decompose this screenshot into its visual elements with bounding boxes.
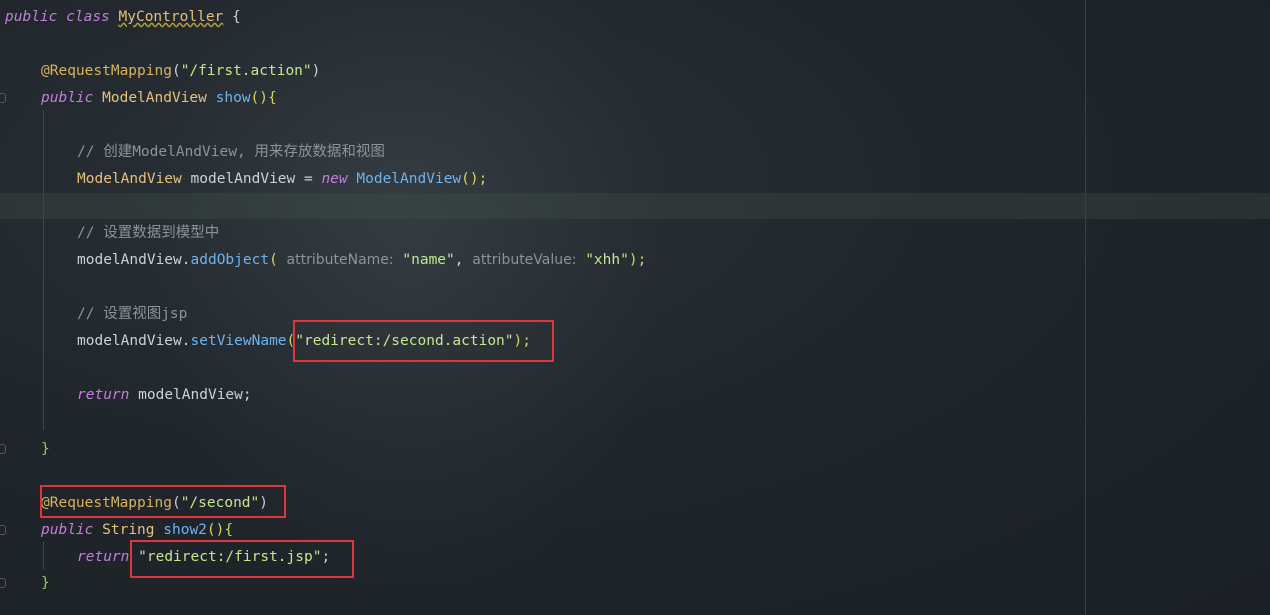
keyword: new [321, 171, 348, 187]
type-name: ModelAndView [102, 90, 207, 106]
parens: () [250, 90, 269, 106]
punctuation: ); [628, 252, 647, 268]
comment: // 设置数据到模型中 [77, 225, 220, 241]
method-name: show [215, 90, 251, 106]
highlight-box-setviewname [293, 320, 554, 362]
keyword: public [41, 522, 94, 538]
variable: modelAndView; [138, 387, 252, 403]
paren: ( [171, 63, 181, 79]
class-name: MyController [118, 9, 224, 25]
type-name: String [102, 522, 155, 538]
object-ref: modelAndView. [77, 252, 191, 268]
code-line-close-brace[interactable]: } [41, 573, 50, 593]
code-line-method-show2[interactable]: public String show2(){ [41, 520, 233, 540]
paren: ) [311, 63, 321, 79]
punctuation: (); [461, 171, 488, 187]
string-literal: "name" [402, 252, 455, 268]
string-literal: "/first.action" [180, 63, 312, 79]
right-margin-guide [1085, 0, 1086, 615]
method-name: setViewName [190, 333, 287, 349]
code-line-comment[interactable]: // 创建ModelAndView, 用来存放数据和视图 [77, 142, 385, 162]
fold-marker-icon[interactable] [0, 444, 6, 454]
code-line-close-brace[interactable]: } [41, 439, 50, 459]
code-line-annotation[interactable]: @RequestMapping("/first.action") [41, 61, 320, 81]
keyword: class [66, 9, 110, 25]
code-editor[interactable]: public class MyController { @RequestMapp… [0, 0, 1270, 615]
object-ref: modelAndView. [77, 333, 191, 349]
parameter-hint: attributeName: [286, 252, 394, 268]
keyword: return [77, 549, 130, 565]
brace: } [41, 575, 50, 591]
type-name: ModelAndView [77, 171, 182, 187]
current-line-highlight [0, 193, 1270, 219]
parens: () [206, 522, 225, 538]
variable: modelAndView = [190, 171, 313, 187]
fold-marker-icon[interactable] [0, 525, 6, 535]
indent-guide [43, 110, 44, 430]
fold-marker-icon[interactable] [0, 578, 6, 588]
method-name: show2 [163, 522, 207, 538]
constructor-name: ModelAndView [356, 171, 462, 187]
paren: ( [269, 252, 278, 268]
brace: } [41, 441, 50, 457]
code-line-new-modelandview[interactable]: ModelAndView modelAndView = new ModelAnd… [77, 169, 487, 189]
method-name: addObject [190, 252, 270, 268]
brace: { [224, 522, 234, 538]
comment: // 创建ModelAndView, 用来存放数据和视图 [77, 144, 385, 160]
code-line-class-declaration[interactable]: public class MyController { [5, 7, 241, 27]
highlight-box-second-mapping [40, 485, 286, 518]
indent-guide [43, 542, 44, 570]
fold-marker-icon[interactable] [0, 93, 6, 103]
comma: , [454, 252, 464, 268]
highlight-box-redirect-first [130, 540, 354, 578]
code-line-comment[interactable]: // 设置视图jsp [77, 304, 187, 324]
comment: // 设置视图jsp [77, 306, 188, 322]
code-line-method-show[interactable]: public ModelAndView show(){ [41, 88, 277, 108]
keyword: public [5, 9, 58, 25]
keyword: public [41, 90, 94, 106]
code-line-return[interactable]: return modelAndView; [77, 385, 252, 405]
brace: { [232, 9, 241, 25]
annotation: @RequestMapping [41, 63, 172, 79]
string-literal: "xhh" [585, 252, 629, 268]
brace: { [268, 90, 277, 106]
code-line-add-object[interactable]: modelAndView.addObject( attributeName: "… [77, 250, 646, 270]
code-line-comment[interactable]: // 设置数据到模型中 [77, 223, 219, 243]
parameter-hint: attributeValue: [472, 252, 577, 268]
keyword: return [77, 387, 130, 403]
